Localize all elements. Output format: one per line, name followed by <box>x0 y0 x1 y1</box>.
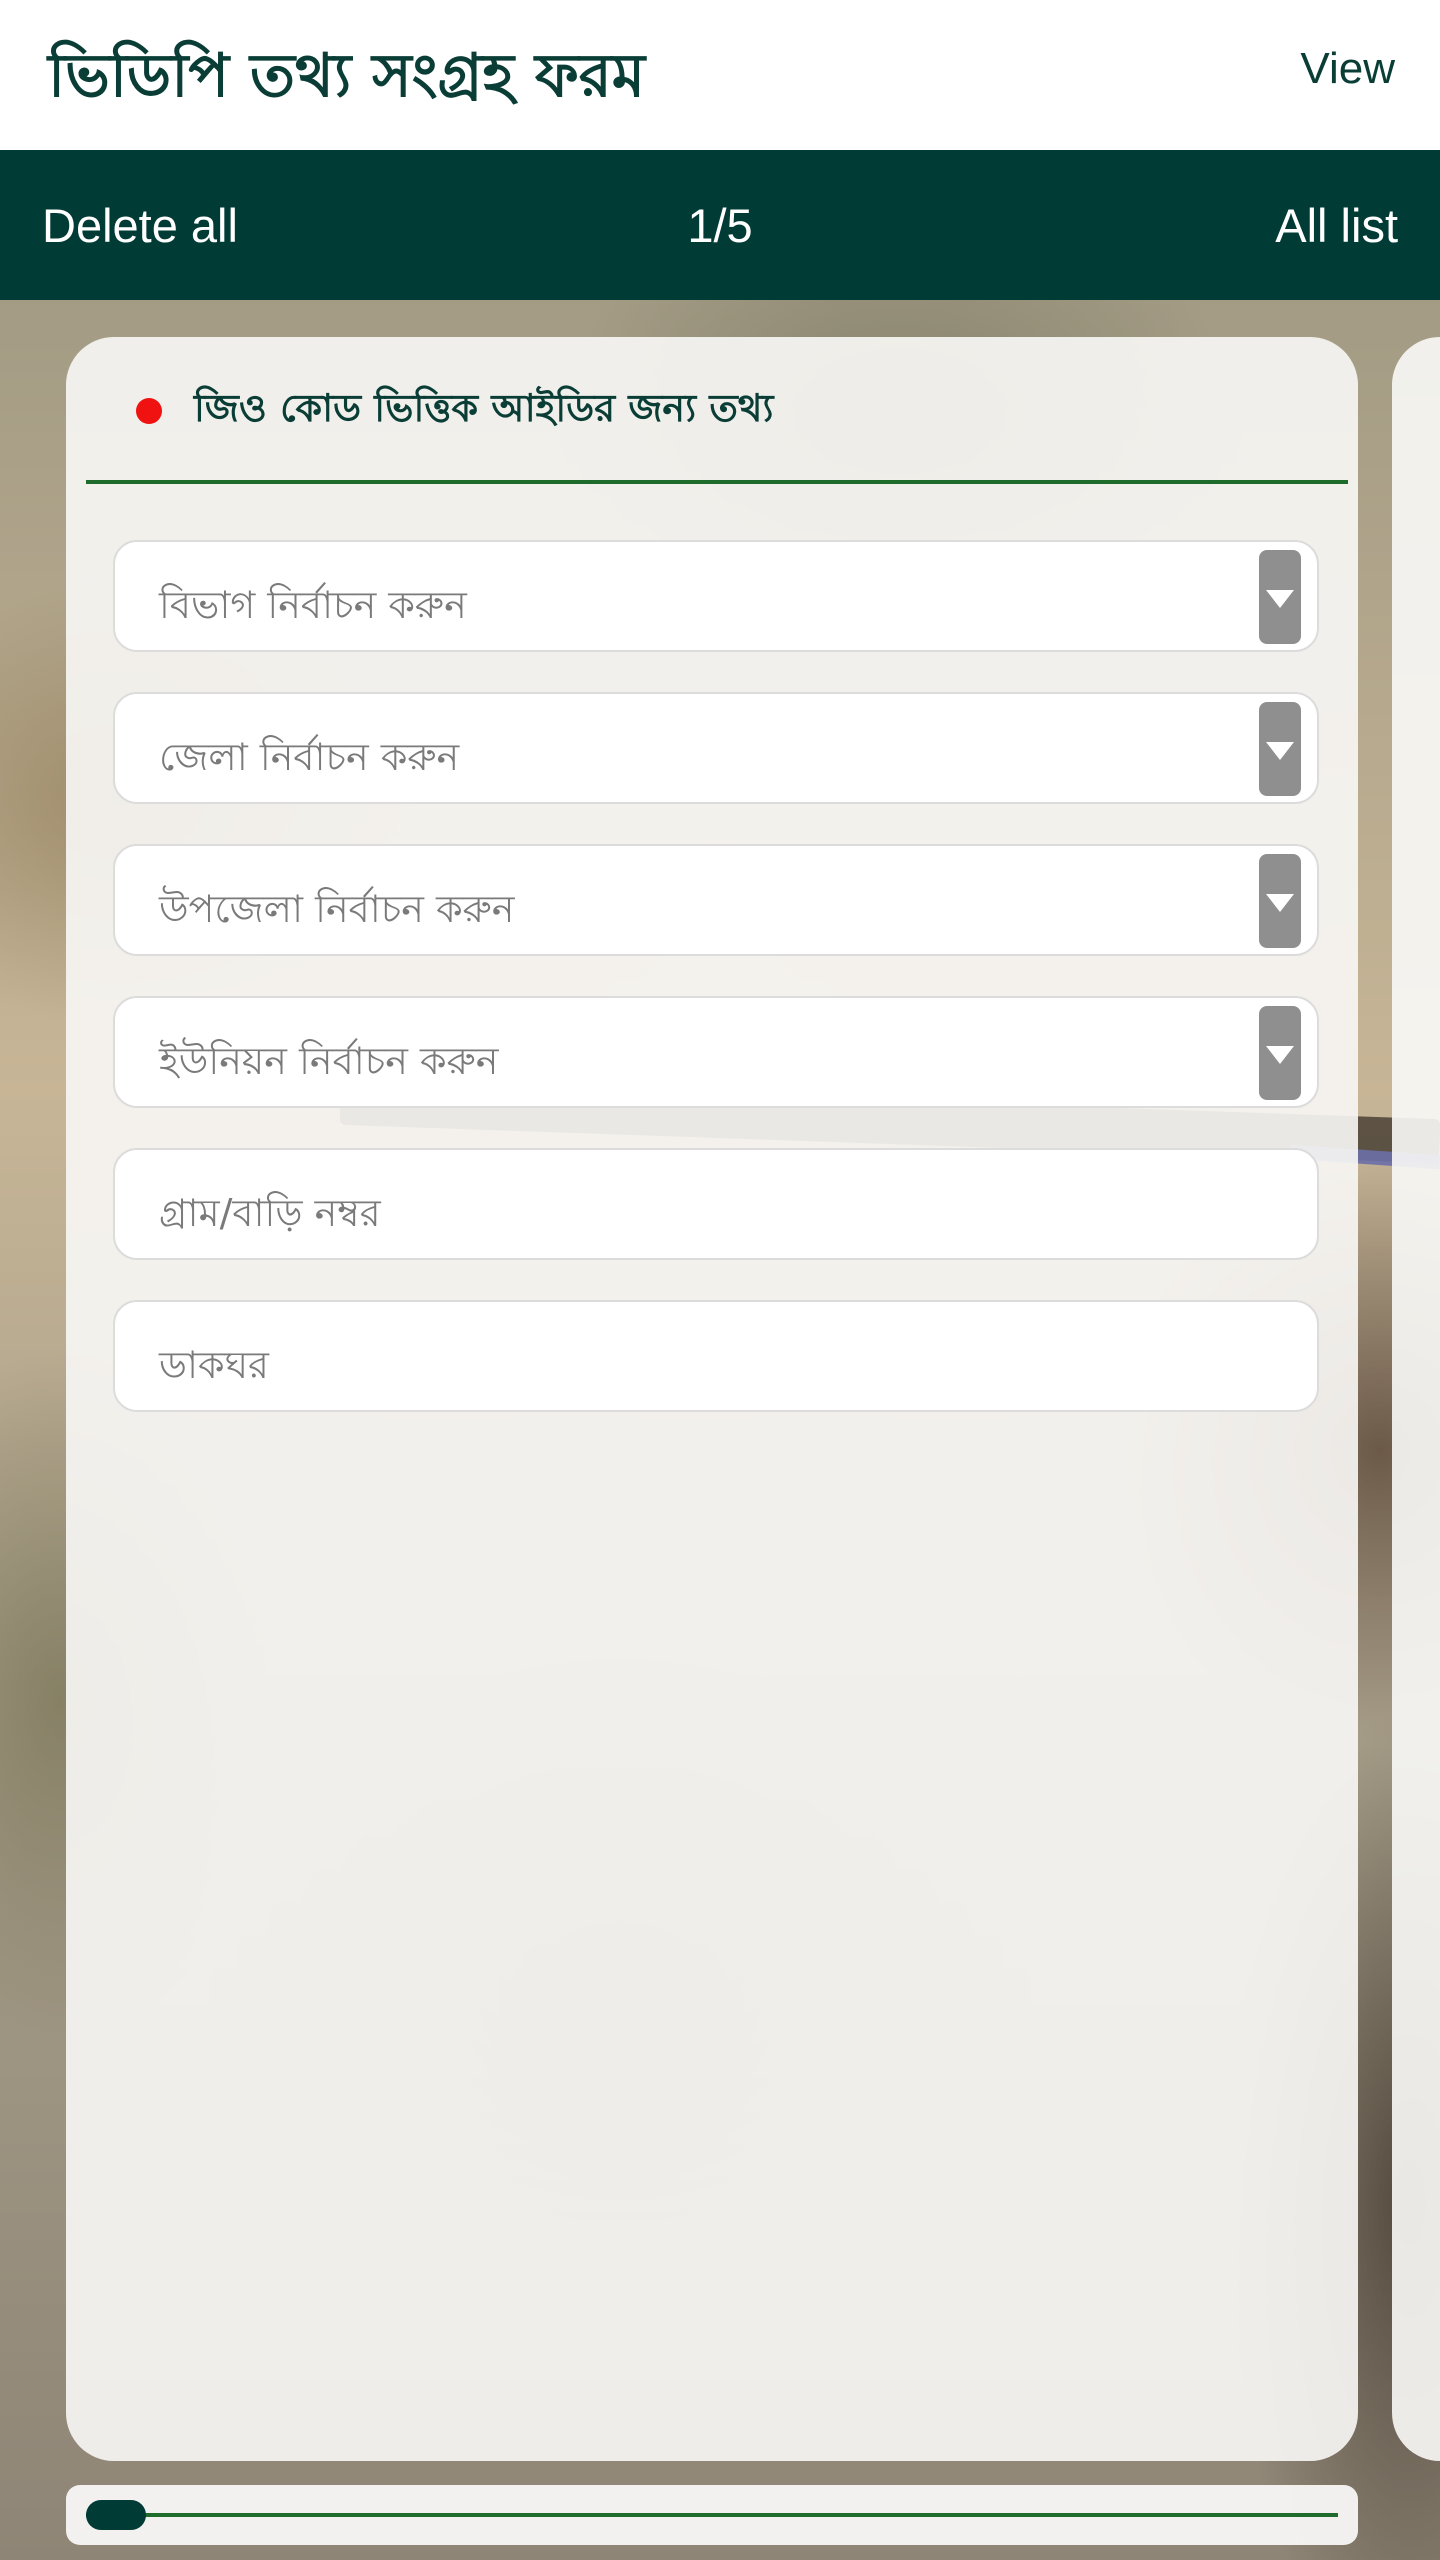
action-bar: Delete all 1/5 All list <box>0 150 1440 300</box>
district-select[interactable]: জেলা নির্বাচন করুন <box>113 692 1319 804</box>
post-office-input[interactable]: ডাকঘর <box>113 1300 1319 1412</box>
upazila-select-placeholder: উপজেলা নির্বাচন করুন <box>159 887 515 931</box>
union-select[interactable]: ইউনিয়ন নির্বাচন করুন <box>113 996 1319 1108</box>
union-select-placeholder: ইউনিয়ন নির্বাচন করুন <box>159 1039 499 1083</box>
division-select-placeholder: বিভাগ নির্বাচন করুন <box>159 583 467 627</box>
dropdown-arrow-icon[interactable] <box>1259 1006 1301 1100</box>
village-house-number-placeholder: গ্রাম/বাড়ি নম্বর <box>159 1191 381 1235</box>
scrollbar-track <box>86 2513 1338 2517</box>
scrollbar-thumb[interactable] <box>86 2500 146 2530</box>
top-bar: ভিডিপি তথ্য সংগ্রহ ফরম View <box>0 0 1440 150</box>
district-select-placeholder: জেলা নির্বাচন করুন <box>159 735 460 779</box>
page-title: ভিডিপি তথ্য সংগ্রহ ফরম <box>48 41 646 111</box>
division-select[interactable]: বিভাগ নির্বাচন করুন <box>113 540 1319 652</box>
dropdown-arrow-icon[interactable] <box>1259 702 1301 796</box>
dropdown-arrow-icon[interactable] <box>1259 854 1301 948</box>
required-dot-icon <box>136 398 162 424</box>
all-list-button[interactable]: All list <box>1275 198 1398 253</box>
post-office-placeholder: ডাকঘর <box>159 1343 269 1387</box>
next-card-peek[interactable] <box>1392 337 1440 2461</box>
section-divider <box>86 480 1348 484</box>
dropdown-arrow-icon[interactable] <box>1259 550 1301 644</box>
section-header: জিও কোড ভিত্তিক আইডির জন্য তথ্য <box>136 381 773 441</box>
village-house-number-input[interactable]: গ্রাম/বাড়ি নম্বর <box>113 1148 1319 1260</box>
section-title: জিও কোড ভিত্তিক আইডির জন্য তথ্য <box>194 386 774 430</box>
page-scrollbar[interactable] <box>66 2485 1358 2545</box>
form-card: জিও কোড ভিত্তিক আইডির জন্য তথ্য বিভাগ নি… <box>66 337 1358 2461</box>
upazila-select[interactable]: উপজেলা নির্বাচন করুন <box>113 844 1319 956</box>
delete-all-button[interactable]: Delete all <box>42 198 238 253</box>
view-button[interactable]: View <box>1300 44 1395 94</box>
